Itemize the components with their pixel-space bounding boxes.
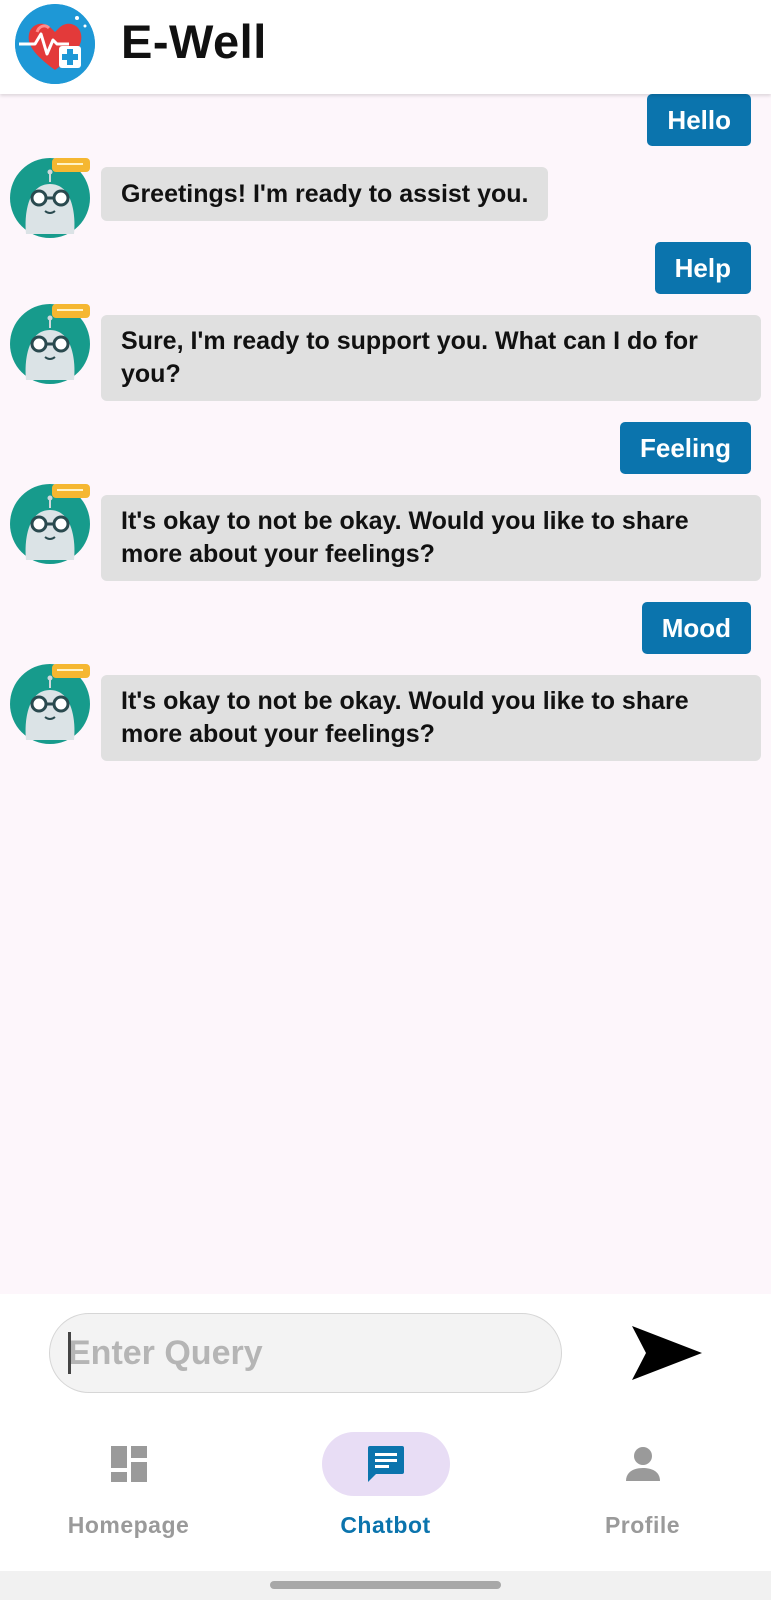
query-input[interactable] [49,1313,562,1393]
bot-message: It's okay to not be okay. Would you like… [101,675,761,761]
robot-avatar-icon [10,484,90,564]
bottom-nav: Homepage Chatbot Profile [0,1418,771,1571]
bot-message: It's okay to not be okay. Would you like… [101,495,761,581]
send-icon[interactable] [628,1320,706,1386]
nav-label-chatbot: Chatbot [340,1512,431,1538]
app-title: E-Well [121,15,267,68]
chat-area[interactable]: Hello Greetings! I'm ready to assist you… [0,94,771,1294]
nav-item-chatbot[interactable]: Chatbot [257,1418,514,1558]
robot-avatar-icon [10,664,90,744]
user-message: Feeling [619,422,751,474]
chat-icon [367,1446,404,1482]
nav-icon-container [579,1432,707,1496]
bot-message: Greetings! I'm ready to assist you. [101,167,549,221]
query-bar [0,1294,771,1418]
nav-item-homepage[interactable]: Homepage [0,1418,257,1558]
user-message: Mood [641,602,751,654]
nav-label-profile: Profile [604,1512,681,1538]
user-message: Hello [647,94,751,146]
nav-item-profile[interactable]: Profile [514,1418,771,1558]
text-caret [68,1332,71,1374]
nav-label-homepage: Homepage [67,1512,190,1538]
gesture-handle[interactable] [270,1581,501,1589]
nav-icon-container [65,1432,193,1496]
app-header: E-Well [0,0,771,94]
robot-avatar-icon [10,158,90,238]
user-message: Help [654,242,751,294]
dashboard-icon [110,1446,147,1482]
bot-message: Sure, I'm ready to support you. What can… [101,315,761,401]
heart-medical-icon [15,4,95,84]
person-icon [625,1447,660,1481]
robot-avatar-icon [10,304,90,384]
nav-icon-container-active [321,1432,450,1496]
system-gesture-area [0,1571,771,1600]
